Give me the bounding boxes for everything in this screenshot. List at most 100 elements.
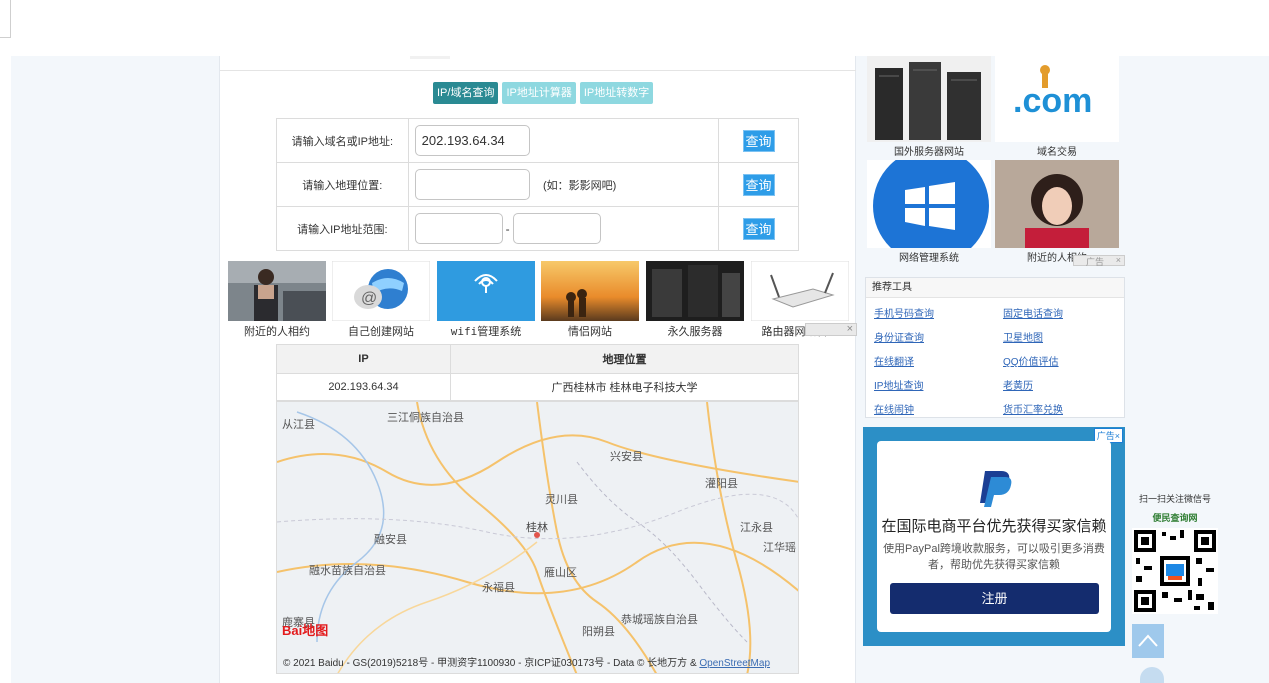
strip-caption: 自己创建网站 <box>348 326 414 338</box>
tab-ip-calculator[interactable]: IP地址计算器 <box>502 82 576 104</box>
wechat-panel: 扫一扫关注微信号 便民查询网 <box>1132 492 1218 617</box>
close-icon[interactable]: × <box>1116 255 1121 265</box>
wifi-icon <box>437 261 535 321</box>
pic-caption: 网络管理系统 <box>899 253 959 264</box>
woman-portrait-image[interactable] <box>995 160 1119 248</box>
tools-title: 推荐工具 <box>866 278 1124 298</box>
corner-tab <box>0 0 11 38</box>
wechat-text: 扫一扫关注微信号 <box>1138 494 1211 504</box>
server-rack-image[interactable] <box>867 56 991 142</box>
query-button-location[interactable]: 查询 <box>742 173 775 196</box>
map-place: 从江县 <box>282 419 315 431</box>
strip-caption: 附近的人相约 <box>244 326 310 338</box>
pic-caption: 域名交易 <box>1037 147 1077 158</box>
back-to-top-button[interactable] <box>1132 624 1164 658</box>
tool-link-qq-value[interactable]: QQ价值评估 <box>1003 353 1059 368</box>
recommended-tools: 推荐工具 手机号码查询 固定电话查询 身份证查询 卫星地图 在线翻译 QQ价值评… <box>865 277 1125 418</box>
paypal-ad[interactable]: 广告× 在国际电商平台优先获得买家信赖 使用PayPal跨境收款服务，可以吸引更… <box>863 427 1125 646</box>
baidu-map[interactable]: 从江县 三江侗族自治县 兴安县 灌阳县 灵川县 桂林 江永县 江华瑶 融安县 融… <box>276 401 799 674</box>
globe-email-icon: @ <box>332 261 430 321</box>
strip-caption: wifi管理系统 <box>450 325 522 338</box>
tool-link-alarm[interactable]: 在线闹钟 <box>874 401 914 416</box>
strip-ad-tag[interactable]: × <box>805 323 857 336</box>
top-stub <box>410 56 450 59</box>
windows-logo-image[interactable] <box>867 160 991 248</box>
close-icon[interactable]: × <box>847 323 853 335</box>
strip-caption: 永久服务器 <box>667 326 723 338</box>
header-ip: IP <box>276 344 451 374</box>
tool-tabs: IP/域名查询 IP地址计算器 IP地址转数字 <box>433 82 654 104</box>
map-place: 阳朔县 <box>582 626 615 638</box>
paypal-logo-icon <box>980 471 1012 507</box>
location-hint: (如：影影网吧) <box>543 179 617 192</box>
sunset-couple-photo <box>541 261 639 321</box>
map-place: 灌阳县 <box>705 478 738 490</box>
strip-caption: 情侣网站 <box>568 326 612 338</box>
strip-item-website[interactable]: @ 自己创建网站 <box>332 261 430 339</box>
server-room-photo <box>646 261 744 321</box>
map-place: 灵川县 <box>545 494 578 506</box>
ad-description: 使用PayPal跨境收款服务，可以吸引更多消费者，帮助优先获得买家信赖 <box>883 543 1105 571</box>
domain-ip-input[interactable]: 202.193.64.34 <box>414 125 530 156</box>
map-roads <box>277 402 798 673</box>
register-button[interactable]: 注册 <box>890 583 1099 614</box>
map-place: 江华瑶 <box>763 542 796 554</box>
query-button-domain[interactable]: 查询 <box>742 129 775 152</box>
pic-caption: 国外服务器网站 <box>894 147 964 158</box>
location-label: 请输入地理位置: <box>276 162 409 207</box>
location-input[interactable] <box>414 169 530 200</box>
ad-tag[interactable]: 广告 × <box>1073 255 1125 267</box>
map-place: 恭城瑶族自治县 <box>621 614 698 626</box>
map-place: 三江侗族自治县 <box>387 412 464 424</box>
domain-com-image[interactable]: .com <box>995 56 1119 142</box>
strip-item-couple[interactable]: 情侣网站 <box>541 261 639 339</box>
top-divider <box>220 70 856 71</box>
qr-code-icon <box>1132 528 1218 614</box>
map-place: 永福县 <box>482 582 515 594</box>
svg-text:.com: .com <box>1013 82 1092 120</box>
tool-link-currency[interactable]: 货币汇率兑换 <box>1003 401 1063 416</box>
tab-ip-to-number[interactable]: IP地址转数字 <box>579 82 654 104</box>
range-separator: - <box>505 221 510 236</box>
query-form: 请输入域名或IP地址: 202.193.64.34 查询 请输入地理位置: (如… <box>276 118 799 251</box>
wechat-site-name: 便民查询网 <box>1152 513 1198 523</box>
main-content: IP/域名查询 IP地址计算器 IP地址转数字 请输入域名或IP地址: 202.… <box>219 56 857 683</box>
map-place: 桂林 <box>526 522 548 534</box>
chevron-up-icon <box>1138 634 1158 647</box>
woman-photo <box>228 261 326 321</box>
result-table: IP 地理位置 202.193.64.34 广西桂林市 桂林电子科技大学 <box>276 344 799 401</box>
map-place: 融水苗族自治县 <box>309 565 386 577</box>
tool-link-translate[interactable]: 在线翻译 <box>874 353 914 368</box>
strip-item-nearby[interactable]: 附近的人相约 <box>228 261 326 339</box>
result-ip: 202.193.64.34 <box>276 373 451 401</box>
router-photo <box>751 261 849 321</box>
svg-text:@: @ <box>361 290 377 307</box>
form-row-location: 请输入地理位置: (如：影影网吧) 查询 <box>276 162 799 207</box>
strip-item-wifi[interactable]: wifi管理系统 <box>437 261 535 339</box>
tab-ip-domain-query[interactable]: IP/域名查询 <box>433 82 499 104</box>
tool-link-satellite[interactable]: 卫星地图 <box>1003 329 1043 344</box>
tool-link-phone[interactable]: 手机号码查询 <box>874 305 934 320</box>
result-location: 广西桂林市 桂林电子科技大学 <box>450 373 799 401</box>
form-row-domain: 请输入域名或IP地址: 202.193.64.34 查询 <box>276 118 799 163</box>
domain-label: 请输入域名或IP地址: <box>276 118 409 163</box>
tool-link-idcard[interactable]: 身份证查询 <box>874 329 924 344</box>
right-sidebar: 国外服务器网站 .com 域名交易 网络管理系统 附近的人相约 广告 × 推荐工具… <box>863 56 1131 683</box>
range-end-input[interactable] <box>512 213 601 244</box>
tool-link-landline[interactable]: 固定电话查询 <box>1003 305 1063 320</box>
map-copyright: © 2021 Baidu - GS(2019)5218号 - 甲测资字11009… <box>283 658 771 669</box>
map-place: 融安县 <box>374 534 407 546</box>
header-location: 地理位置 <box>450 344 799 374</box>
baidu-map-logo[interactable]: Bai地图 <box>282 620 328 639</box>
strip-item-server[interactable]: 永久服务器 <box>646 261 744 339</box>
range-start-input[interactable] <box>414 213 503 244</box>
tool-link-almanac[interactable]: 老黄历 <box>1003 377 1033 392</box>
query-button-range[interactable]: 查询 <box>742 217 775 240</box>
tool-link-ip-query[interactable]: IP地址查询 <box>874 377 923 392</box>
openstreetmap-link[interactable]: OpenStreetMap <box>699 658 770 669</box>
table-row: 202.193.64.34 广西桂林市 桂林电子科技大学 <box>276 373 799 401</box>
map-place: 雁山区 <box>544 567 577 579</box>
form-row-range: 请输入IP地址范围: - 查询 <box>276 206 799 251</box>
ad-title: 在国际电商平台优先获得买家信赖 <box>881 518 1107 535</box>
range-label: 请输入IP地址范围: <box>276 206 409 251</box>
